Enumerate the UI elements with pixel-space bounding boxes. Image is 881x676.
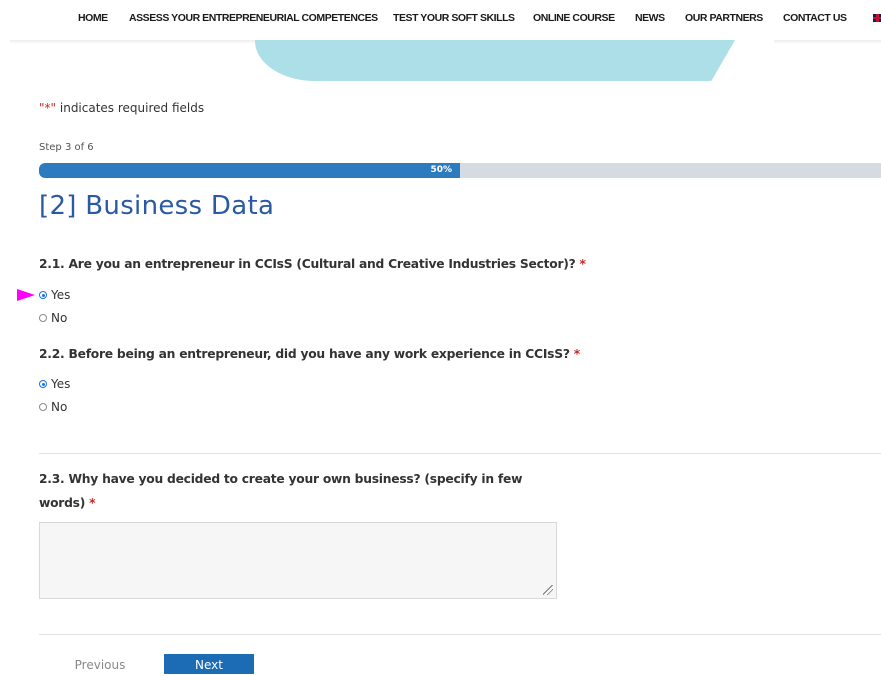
question-2-2-option-yes[interactable]: Yes xyxy=(39,376,70,392)
business-reason-textarea[interactable] xyxy=(39,522,557,599)
section-title: [2] Business Data xyxy=(39,191,275,221)
nav-news[interactable]: NEWS xyxy=(635,12,665,24)
nav-contact-us[interactable]: CONTACT US xyxy=(783,12,847,24)
nav-test-soft-skills[interactable]: TEST YOUR SOFT SKILLS xyxy=(393,12,515,24)
section-divider xyxy=(39,453,881,454)
question-2-2-option-no[interactable]: No xyxy=(39,399,67,415)
option-label: No xyxy=(51,400,68,414)
option-label: Yes xyxy=(51,288,71,302)
option-label: No xyxy=(51,311,68,325)
progress-bar: 50% xyxy=(39,163,881,178)
question-2-3-text-end: words) xyxy=(39,496,86,510)
required-fields-note: "*" indicates required fields xyxy=(39,101,204,115)
progress-bar-fill: 50% xyxy=(39,163,460,178)
top-navigation: HOME ASSESS YOUR ENTREPRENEURIAL COMPETE… xyxy=(0,0,881,40)
question-2-1-option-yes[interactable]: Yes xyxy=(39,287,70,303)
question-2-3-label-line1: 2.3. Why have you decided to create your… xyxy=(39,472,523,486)
nav-online-course[interactable]: ONLINE COURSE xyxy=(533,12,615,24)
nav-home[interactable]: HOME xyxy=(78,12,108,24)
radio-unchecked-icon[interactable] xyxy=(39,314,47,322)
required-star: * xyxy=(89,496,96,510)
decorative-banner-shape xyxy=(255,40,765,81)
question-2-1-option-no[interactable]: No xyxy=(39,310,67,326)
question-2-3-label-line2: words) * xyxy=(39,496,96,510)
question-2-2-label: 2.2. Before being an entrepreneur, did y… xyxy=(39,347,580,361)
radio-checked-icon[interactable] xyxy=(39,380,47,388)
radio-checked-icon[interactable] xyxy=(39,291,47,299)
question-2-1-text: 2.1. Are you an entrepreneur in CCIsS (C… xyxy=(39,257,576,271)
next-button[interactable]: Next xyxy=(164,654,254,674)
uk-flag-icon[interactable] xyxy=(872,13,881,23)
radio-unchecked-icon[interactable] xyxy=(39,403,47,411)
footer-divider xyxy=(39,634,881,635)
required-star: * xyxy=(573,347,580,361)
required-note-text: indicates required fields xyxy=(56,101,205,115)
previous-button[interactable]: Previous xyxy=(60,655,140,675)
question-2-1-label: 2.1. Are you an entrepreneur in CCIsS (C… xyxy=(39,257,586,271)
progress-percent-label: 50% xyxy=(430,165,452,175)
resize-handle-icon[interactable] xyxy=(543,585,553,595)
nav-assess-competences[interactable]: ASSESS YOUR ENTREPRENEURIAL COMPETENCES xyxy=(129,12,378,24)
option-label: Yes xyxy=(51,377,71,391)
nav-our-partners[interactable]: OUR PARTNERS xyxy=(685,12,763,24)
pointer-arrow-icon xyxy=(17,289,35,301)
question-2-2-text: 2.2. Before being an entrepreneur, did y… xyxy=(39,347,570,361)
required-star: * xyxy=(579,257,586,271)
step-indicator: Step 3 of 6 xyxy=(39,142,94,153)
